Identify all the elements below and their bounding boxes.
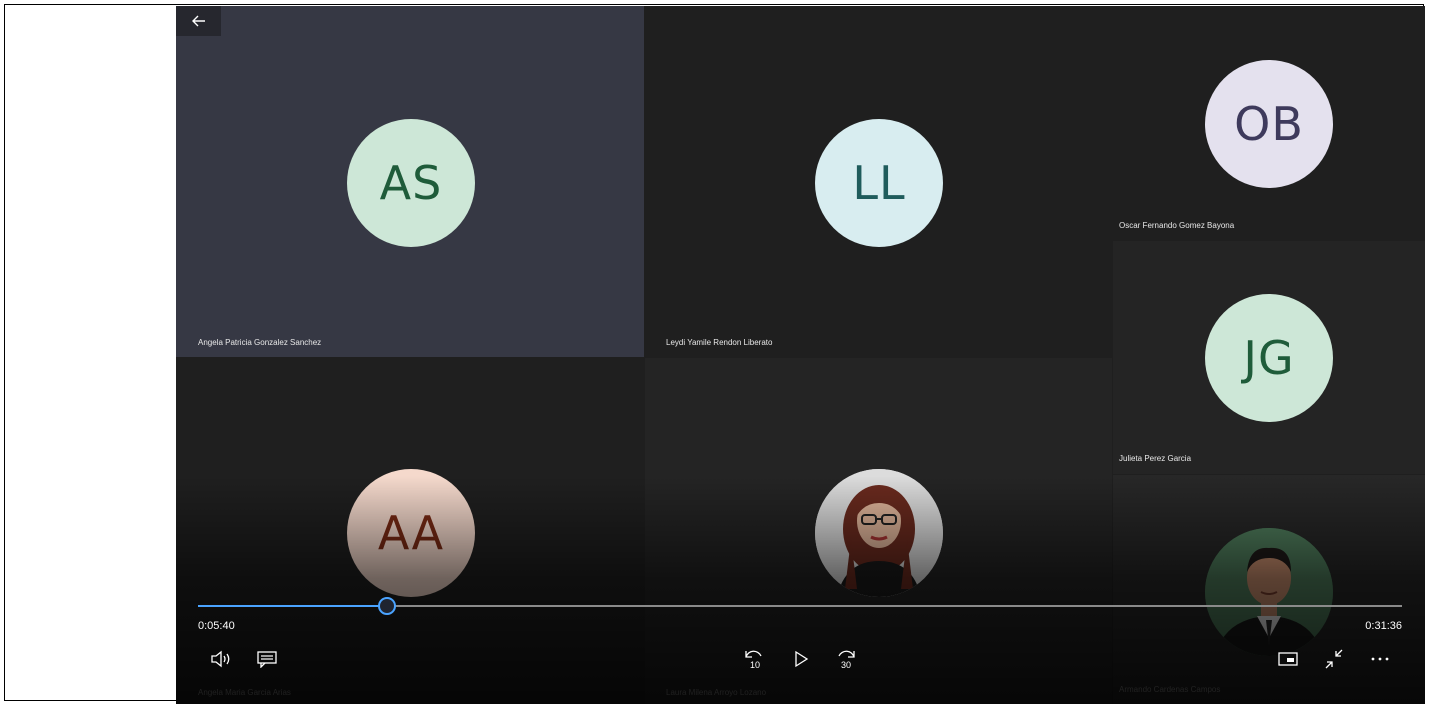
volume-button[interactable] [206,646,236,672]
participant-avatar: AA [347,469,475,597]
play-icon [795,650,809,668]
seek-bar-thumb[interactable] [378,597,397,615]
skip-forward-label: 30 [841,660,851,670]
participant-tile: OB Oscar Fernando Gomez Bayona [1113,6,1425,240]
participant-tile: AS Angela Patricia Gonzalez Sanchez [176,6,644,357]
participant-photo [815,469,943,597]
video-player[interactable]: AS Angela Patricia Gonzalez Sanchez LL L… [176,6,1425,704]
avatar-initials: JG [1243,331,1295,385]
participant-avatar: OB [1205,60,1333,188]
exit-fullscreen-button[interactable] [1319,646,1349,672]
total-time: 0:31:36 [1365,620,1402,632]
back-button[interactable] [176,6,221,36]
more-icon [1371,657,1389,661]
play-button[interactable] [786,646,816,672]
skip-forward-icon: 30 [838,650,855,670]
participant-name: Leydi Yamile Rendon Liberato [666,338,773,347]
participant-name: Angela Maria Garcia Arias [198,688,291,697]
participant-avatar: JG [1205,294,1333,422]
participant-name: Armando Cardenas Campos [1119,685,1221,694]
participant-tile: Laura Milena Arroyo Lozano [645,358,1112,704]
avatar-initials: AA [377,506,445,560]
avatar-initials: AS [379,156,443,210]
participant-tile: AA Angela Maria Garcia Arias [176,358,644,704]
participant-name: Oscar Fernando Gomez Bayona [1119,221,1235,230]
avatar-initials: OB [1234,97,1304,151]
participant-name: Julieta Perez Garcia [1119,454,1192,463]
skip-back-icon: 10 [745,650,762,670]
exit-fullscreen-icon [1325,649,1343,669]
participant-avatar: LL [815,119,943,247]
participant-photo [1205,528,1333,656]
woman-photo-icon [815,469,943,597]
man-photo-icon [1205,528,1333,656]
seek-bar-progress [198,605,388,607]
back-arrow-icon [191,15,205,27]
participant-tile: LL Leydi Yamile Rendon Liberato [645,6,1112,357]
mini-view-button[interactable] [1273,646,1303,672]
skip-back-button[interactable]: 10 [739,646,769,672]
volume-icon [211,650,230,668]
skip-back-label: 10 [750,660,760,670]
seek-bar[interactable] [198,597,1402,615]
mini-view-icon [1278,652,1298,666]
current-time: 0:05:40 [198,620,235,632]
captions-icon [257,651,277,668]
more-options-button[interactable] [1365,646,1395,672]
participant-avatar: AS [347,119,475,247]
captions-button[interactable] [252,646,282,672]
participant-name: Angela Patricia Gonzalez Sanchez [198,338,322,347]
participant-name: Laura Milena Arroyo Lozano [666,688,767,697]
avatar-initials: LL [852,156,906,210]
skip-forward-button[interactable]: 30 [831,646,861,672]
participant-tile: JG Julieta Perez Garcia [1113,241,1425,474]
